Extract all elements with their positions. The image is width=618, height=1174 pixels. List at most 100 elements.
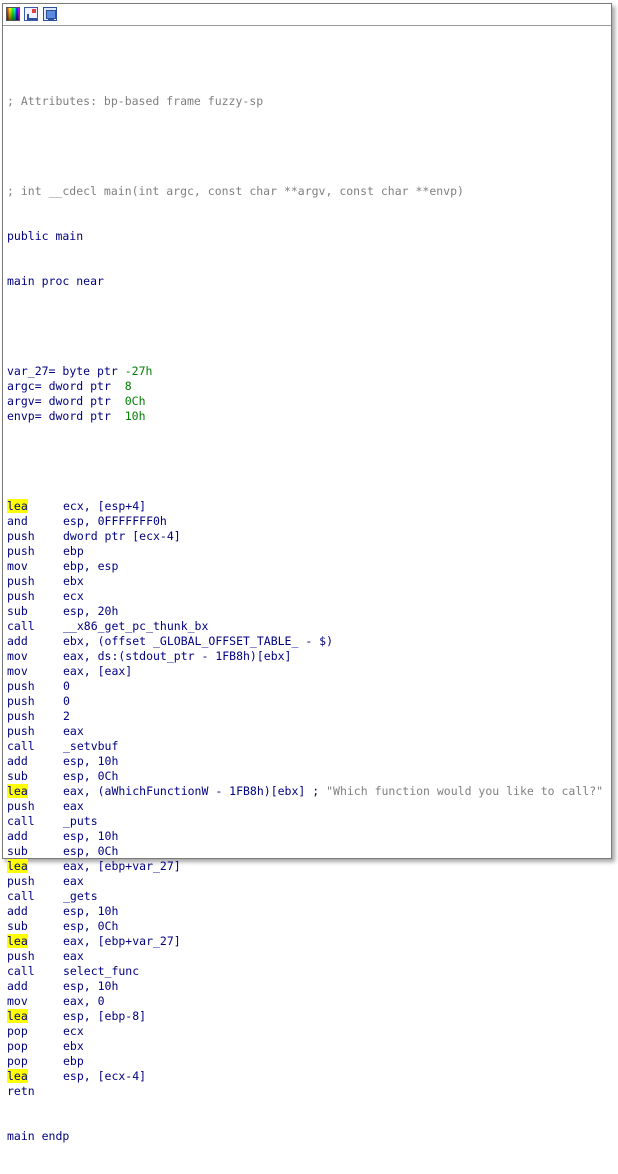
instruction-mnemonic[interactable]: push <box>7 874 35 888</box>
instruction-operands[interactable]: eax, [eax] <box>63 664 132 678</box>
instruction-operands[interactable]: ecx <box>63 589 84 603</box>
instruction-mnemonic[interactable]: add <box>7 634 28 648</box>
instruction-line[interactable]: push eax <box>7 724 603 739</box>
instruction-mnemonic[interactable]: call <box>7 889 35 903</box>
instruction-mnemonic[interactable]: pop <box>7 1054 28 1068</box>
screen-view-icon[interactable] <box>43 7 57 21</box>
instruction-line[interactable]: call _setvbuf <box>7 739 603 754</box>
instruction-line[interactable]: call __x86_get_pc_thunk_bx <box>7 619 603 634</box>
instruction-operands[interactable]: eax, 0 <box>63 994 105 1008</box>
instruction-mnemonic[interactable]: lea <box>7 499 28 513</box>
instruction-operands[interactable]: esp, [ebp-8] <box>63 1009 146 1023</box>
instruction-mnemonic[interactable]: push <box>7 529 35 543</box>
instruction-line[interactable]: push eax <box>7 799 603 814</box>
instruction-operands[interactable]: esp, 10h <box>63 754 118 768</box>
instruction-line[interactable]: add esp, 10h <box>7 754 603 769</box>
instruction-mnemonic[interactable]: sub <box>7 844 28 858</box>
instruction-mnemonic[interactable]: call <box>7 814 35 828</box>
instruction-line[interactable]: lea eax, [ebp+var_27] <box>7 859 603 874</box>
instruction-operands[interactable]: ecx <box>63 1024 84 1038</box>
instruction-mnemonic[interactable]: mov <box>7 664 28 678</box>
instruction-mnemonic[interactable]: push <box>7 679 35 693</box>
instruction-operands[interactable]: eax <box>63 949 84 963</box>
instruction-operands[interactable]: esp, 20h <box>63 604 118 618</box>
instruction-operands[interactable]: eax <box>63 799 84 813</box>
instruction-line[interactable]: and esp, 0FFFFFFF0h <box>7 514 603 529</box>
instruction-line[interactable]: push 2 <box>7 709 603 724</box>
instruction-line[interactable]: push eax <box>7 874 603 889</box>
instruction-line[interactable]: mov eax, ds:(stdout_ptr - 1FB8h)[ebx] <box>7 649 603 664</box>
instruction-line[interactable]: add ebx, (offset _GLOBAL_OFFSET_TABLE_ - … <box>7 634 603 649</box>
instruction-operands[interactable]: _gets <box>63 889 98 903</box>
instruction-mnemonic[interactable]: push <box>7 709 35 723</box>
instruction-mnemonic[interactable]: retn <box>7 1084 35 1098</box>
instruction-operands[interactable]: esp, 0Ch <box>63 919 118 933</box>
instruction-line[interactable]: lea eax, [ebp+var_27] <box>7 934 603 949</box>
instruction-operands[interactable]: select_func <box>63 964 139 978</box>
instruction-line[interactable]: retn <box>7 1084 603 1099</box>
instruction-mnemonic[interactable]: lea <box>7 934 28 948</box>
instruction-line[interactable]: push ebx <box>7 574 603 589</box>
instruction-operands[interactable]: ebp <box>63 544 84 558</box>
instruction-line[interactable]: lea esp, [ecx-4] <box>7 1069 603 1084</box>
instruction-mnemonic[interactable]: sub <box>7 604 28 618</box>
instruction-line[interactable]: call _puts <box>7 814 603 829</box>
instruction-operands[interactable]: _puts <box>63 814 98 828</box>
instruction-operands[interactable]: eax, [ebp+var_27] <box>63 934 181 948</box>
instruction-operands[interactable]: 2 <box>63 709 70 723</box>
instruction-mnemonic[interactable]: add <box>7 979 28 993</box>
instruction-mnemonic[interactable]: push <box>7 949 35 963</box>
instruction-mnemonic[interactable]: push <box>7 724 35 738</box>
instruction-mnemonic[interactable]: push <box>7 694 35 708</box>
instruction-mnemonic[interactable]: and <box>7 514 28 528</box>
instruction-line[interactable]: pop ebx <box>7 1039 603 1054</box>
instruction-operands[interactable]: eax, (aWhichFunctionW - 1FB8h)[ebx] ; <box>63 784 326 798</box>
instruction-mnemonic[interactable]: mov <box>7 994 28 1008</box>
instruction-operands[interactable]: eax, [ebp+var_27] <box>63 859 181 873</box>
instruction-operands[interactable]: esp, 0Ch <box>63 769 118 783</box>
instruction-operands[interactable]: ebx <box>63 574 84 588</box>
graph-view-icon[interactable] <box>24 7 38 21</box>
instruction-mnemonic[interactable]: call <box>7 964 35 978</box>
instruction-line[interactable]: lea eax, (aWhichFunctionW - 1FB8h)[ebx] ;… <box>7 784 603 799</box>
instruction-mnemonic[interactable]: push <box>7 589 35 603</box>
instruction-line[interactable]: sub esp, 0Ch <box>7 919 603 934</box>
instruction-operands[interactable]: eax, ds:(stdout_ptr - 1FB8h)[ebx] <box>63 649 291 663</box>
instruction-line[interactable]: add esp, 10h <box>7 979 603 994</box>
instruction-mnemonic[interactable]: pop <box>7 1024 28 1038</box>
instruction-mnemonic[interactable]: lea <box>7 784 28 798</box>
instruction-mnemonic[interactable]: mov <box>7 559 28 573</box>
instruction-operands[interactable]: eax <box>63 724 84 738</box>
instruction-operands[interactable]: esp, 10h <box>63 979 118 993</box>
instruction-line[interactable]: push 0 <box>7 679 603 694</box>
instruction-mnemonic[interactable]: pop <box>7 1039 28 1053</box>
instruction-operands[interactable]: ebx, (offset _GLOBAL_OFFSET_TABLE_ - $) <box>63 634 333 648</box>
instruction-mnemonic[interactable]: add <box>7 829 28 843</box>
instruction-line[interactable]: push eax <box>7 949 603 964</box>
instruction-operands[interactable]: esp, 10h <box>63 904 118 918</box>
instruction-mnemonic[interactable]: add <box>7 904 28 918</box>
instruction-operands[interactable]: ebx <box>63 1039 84 1053</box>
instruction-mnemonic[interactable]: mov <box>7 649 28 663</box>
instruction-operands[interactable]: __x86_get_pc_thunk_bx <box>63 619 208 633</box>
instruction-line[interactable]: add esp, 10h <box>7 829 603 844</box>
instruction-line[interactable]: mov eax, [eax] <box>7 664 603 679</box>
stack-variable-var_27[interactable]: var_27= byte ptr -27h <box>7 364 603 379</box>
instruction-operands[interactable]: esp, 10h <box>63 829 118 843</box>
instruction-line[interactable]: mov ebp, esp <box>7 559 603 574</box>
instruction-line[interactable]: push 0 <box>7 694 603 709</box>
instruction-line[interactable]: sub esp, 20h <box>7 604 603 619</box>
instruction-operands[interactable]: esp, [ecx-4] <box>63 1069 146 1083</box>
stack-variable-envp[interactable]: envp= dword ptr 10h <box>7 409 603 424</box>
instruction-line[interactable]: push dword ptr [ecx-4] <box>7 529 603 544</box>
instruction-line[interactable]: pop ebp <box>7 1054 603 1069</box>
instruction-line[interactable]: push ebp <box>7 544 603 559</box>
instruction-mnemonic[interactable]: lea <box>7 1009 28 1023</box>
instruction-line[interactable]: lea ecx, [esp+4] <box>7 499 603 514</box>
instruction-mnemonic[interactable]: add <box>7 754 28 768</box>
instruction-line[interactable]: sub esp, 0Ch <box>7 844 603 859</box>
disassembly-listing[interactable]: ; Attributes: bp-based frame fuzzy-sp ; … <box>7 64 603 1174</box>
instruction-line[interactable]: sub esp, 0Ch <box>7 769 603 784</box>
instruction-operands[interactable]: dword ptr [ecx-4] <box>63 529 181 543</box>
instruction-operands[interactable]: 0 <box>63 694 70 708</box>
